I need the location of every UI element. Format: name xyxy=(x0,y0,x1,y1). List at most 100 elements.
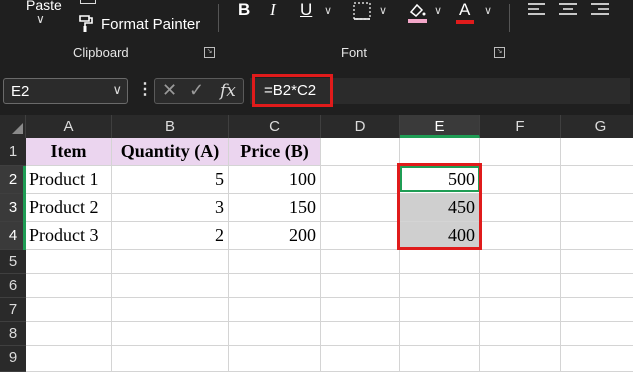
font-color-dropdown-chevron-icon[interactable]: ∨ xyxy=(484,4,492,17)
row-header-6[interactable]: 6 xyxy=(0,274,26,298)
cell-c3[interactable]: 150 xyxy=(229,194,321,222)
cell-e8[interactable] xyxy=(400,322,480,346)
cell-f3[interactable] xyxy=(480,194,561,222)
cell-d8[interactable] xyxy=(321,322,400,346)
cell-a3[interactable]: Product 2 xyxy=(26,194,112,222)
align-right-icon[interactable] xyxy=(590,1,610,19)
borders-dropdown-chevron-icon[interactable]: ∨ xyxy=(379,4,387,17)
cell-c1[interactable]: Price (B) xyxy=(229,138,321,166)
cell-a1[interactable]: Item xyxy=(26,138,112,166)
font-color-button[interactable]: A xyxy=(459,0,470,20)
column-header-c[interactable]: C xyxy=(229,115,321,138)
cell-g6[interactable] xyxy=(561,274,633,298)
name-box-chevron-down-icon[interactable]: ∨ xyxy=(112,82,122,98)
cell-a8[interactable] xyxy=(26,322,112,346)
enter-entry-icon[interactable]: ✓ xyxy=(189,80,204,101)
cell-d1[interactable] xyxy=(321,138,400,166)
row-header-5[interactable]: 5 xyxy=(0,250,26,274)
cell-c8[interactable] xyxy=(229,322,321,346)
cell-e1[interactable] xyxy=(400,138,480,166)
cell-a6[interactable] xyxy=(26,274,112,298)
format-painter-icon[interactable] xyxy=(76,13,96,33)
cell-a4[interactable]: Product 3 xyxy=(26,222,112,250)
italic-button[interactable]: I xyxy=(270,0,276,20)
formula-controls: ✕ ✓ fx xyxy=(154,78,244,104)
underline-button[interactable]: U xyxy=(300,0,312,20)
cell-c4[interactable]: 200 xyxy=(229,222,321,250)
font-dialog-launcher-icon[interactable]: ↘ xyxy=(494,47,505,58)
cell-b4[interactable]: 2 xyxy=(112,222,229,250)
cell-g3[interactable] xyxy=(561,194,633,222)
cell-a9[interactable] xyxy=(26,346,112,372)
copy-icon[interactable] xyxy=(80,0,96,4)
underline-dropdown-chevron-icon[interactable]: ∨ xyxy=(324,4,332,17)
cell-g2[interactable] xyxy=(561,166,633,194)
cell-f2[interactable] xyxy=(480,166,561,194)
cell-b6[interactable] xyxy=(112,274,229,298)
cancel-entry-icon[interactable]: ✕ xyxy=(162,80,177,101)
paste-dropdown-chevron-icon[interactable]: ∨ xyxy=(36,12,45,26)
bold-button[interactable]: B xyxy=(238,0,250,20)
more-options-icon[interactable]: ⋮ xyxy=(137,79,153,99)
cell-a7[interactable] xyxy=(26,298,112,322)
cell-g1[interactable] xyxy=(561,138,633,166)
cell-f8[interactable] xyxy=(480,322,561,346)
cell-d3[interactable] xyxy=(321,194,400,222)
cell-b7[interactable] xyxy=(112,298,229,322)
cell-d2[interactable] xyxy=(321,166,400,194)
name-box[interactable]: E2 ∨ xyxy=(3,78,128,104)
cell-d4[interactable] xyxy=(321,222,400,250)
fill-color-dropdown-chevron-icon[interactable]: ∨ xyxy=(434,4,442,17)
cell-a2[interactable]: Product 1 xyxy=(26,166,112,194)
cell-b9[interactable] xyxy=(112,346,229,372)
cell-b1[interactable]: Quantity (A) xyxy=(112,138,229,166)
cell-b8[interactable] xyxy=(112,322,229,346)
font-group-label: Font xyxy=(341,45,368,60)
row-header-8[interactable]: 8 xyxy=(0,322,26,346)
cell-c5[interactable] xyxy=(229,250,321,274)
column-header-a[interactable]: A xyxy=(26,115,112,138)
cell-f9[interactable] xyxy=(480,346,561,372)
cell-c9[interactable] xyxy=(229,346,321,372)
cell-e7[interactable] xyxy=(400,298,480,322)
cell-c7[interactable] xyxy=(229,298,321,322)
cell-f4[interactable] xyxy=(480,222,561,250)
cell-d6[interactable] xyxy=(321,274,400,298)
cell-b5[interactable] xyxy=(112,250,229,274)
cell-e6[interactable] xyxy=(400,274,480,298)
cell-d9[interactable] xyxy=(321,346,400,372)
cell-b2[interactable]: 5 xyxy=(112,166,229,194)
cell-f7[interactable] xyxy=(480,298,561,322)
cell-e5[interactable] xyxy=(400,250,480,274)
cell-e9[interactable] xyxy=(400,346,480,372)
row-header-1[interactable]: 1 xyxy=(0,138,26,166)
borders-icon[interactable] xyxy=(352,1,374,21)
row-header-7[interactable]: 7 xyxy=(0,298,26,322)
fill-color-icon[interactable] xyxy=(405,0,429,24)
cell-g5[interactable] xyxy=(561,250,633,274)
cell-f6[interactable] xyxy=(480,274,561,298)
cell-c2[interactable]: 100 xyxy=(229,166,321,194)
cell-d5[interactable] xyxy=(321,250,400,274)
cell-g4[interactable] xyxy=(561,222,633,250)
cell-g8[interactable] xyxy=(561,322,633,346)
column-header-f[interactable]: F xyxy=(480,115,561,138)
insert-function-icon[interactable]: fx xyxy=(220,81,236,101)
format-painter-button[interactable]: Format Painter xyxy=(101,16,200,33)
cell-f5[interactable] xyxy=(480,250,561,274)
align-center-icon[interactable] xyxy=(558,1,578,19)
cell-d7[interactable] xyxy=(321,298,400,322)
align-left-icon[interactable] xyxy=(527,1,547,19)
column-header-d[interactable]: D xyxy=(321,115,400,138)
cell-c6[interactable] xyxy=(229,274,321,298)
column-header-g[interactable]: G xyxy=(561,115,633,138)
column-header-e[interactable]: E xyxy=(400,115,480,138)
cell-b3[interactable]: 3 xyxy=(112,194,229,222)
cell-a5[interactable] xyxy=(26,250,112,274)
cell-g7[interactable] xyxy=(561,298,633,322)
clipboard-dialog-launcher-icon[interactable]: ↘ xyxy=(204,47,215,58)
row-header-9[interactable]: 9 xyxy=(0,346,26,372)
cell-f1[interactable] xyxy=(480,138,561,166)
column-header-b[interactable]: B xyxy=(112,115,229,138)
cell-g9[interactable] xyxy=(561,346,633,372)
